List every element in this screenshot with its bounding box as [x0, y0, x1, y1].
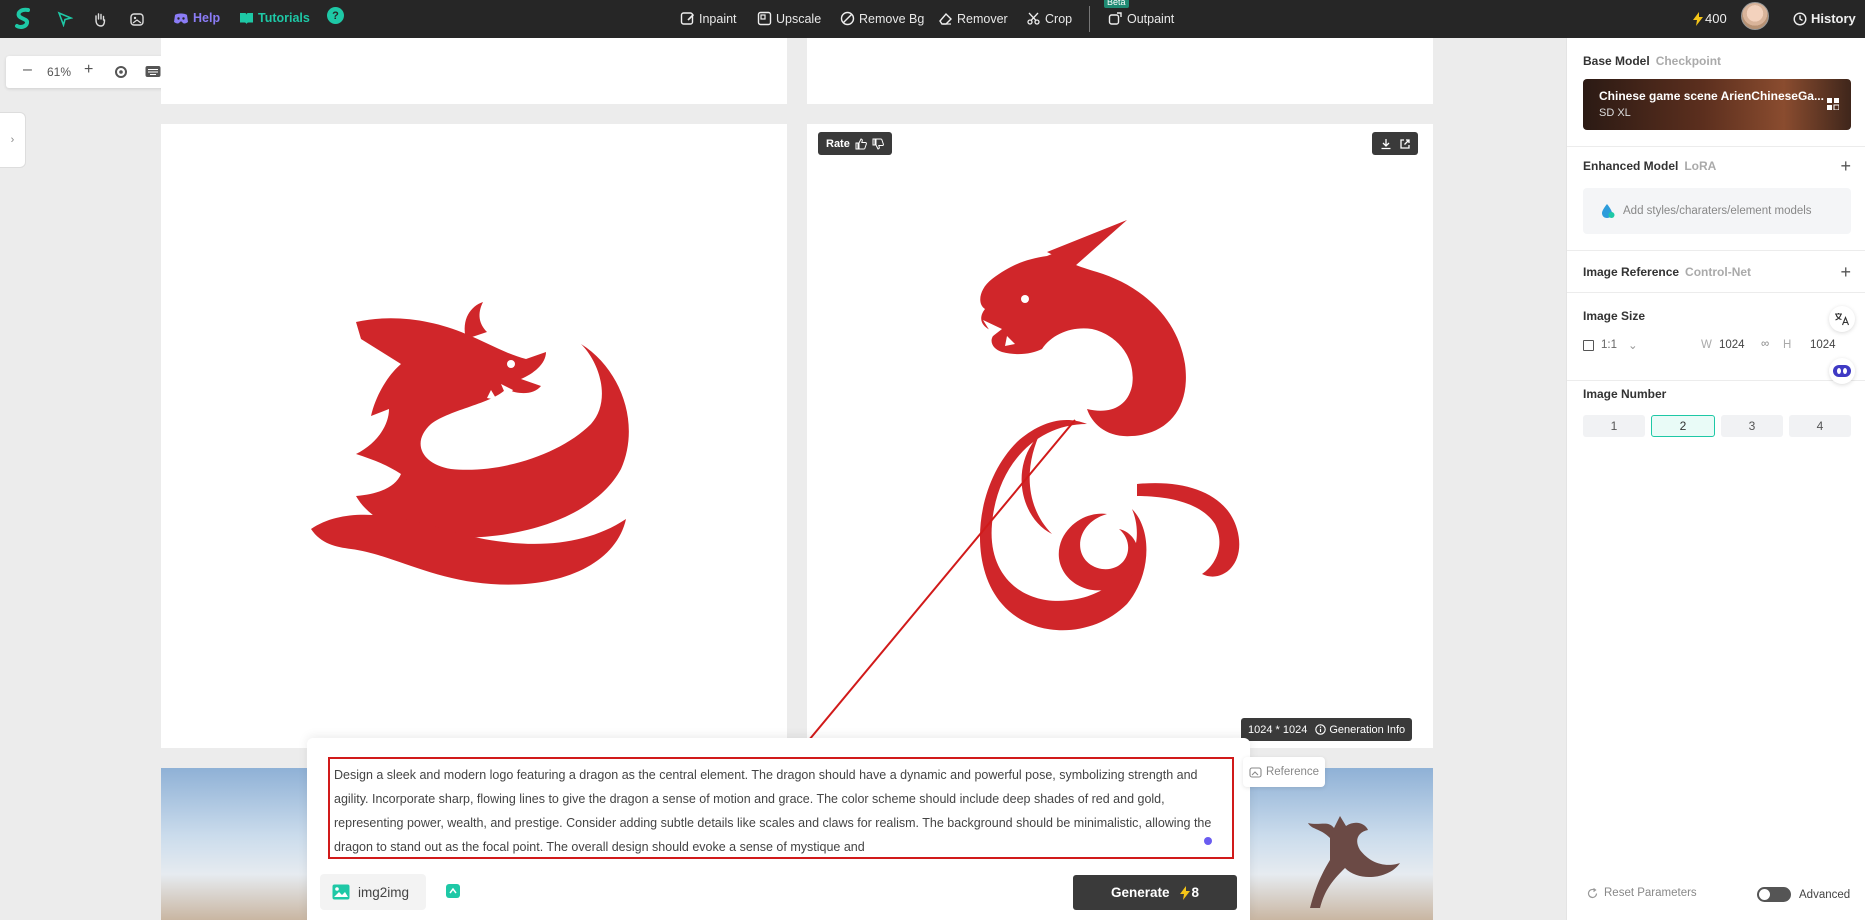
generate-cost: 8 [1179, 885, 1200, 900]
add-image-reference-button[interactable]: + [1840, 262, 1851, 283]
model-type: SD XL [1599, 107, 1631, 119]
divider [1567, 292, 1865, 293]
enhanced-model-heading: Enhanced Model LoRA [1583, 159, 1851, 173]
base-model-heading: Base Model Checkpoint [1583, 54, 1721, 68]
lora-add-box[interactable]: Add styles/charaters/element models [1583, 188, 1851, 234]
control-net-label: Control-Net [1685, 265, 1752, 279]
image-number-option[interactable]: 3 [1721, 415, 1783, 437]
base-model-card[interactable]: Chinese game scene ArienChineseGa... SD … [1583, 79, 1851, 130]
chevron-down-icon[interactable]: ⌄ [1628, 338, 1638, 352]
lora-label: LoRA [1684, 159, 1717, 173]
reset-label: Reset Parameters [1604, 887, 1697, 899]
lightning-icon [1179, 885, 1190, 900]
image-reference-label: Image Reference [1583, 265, 1680, 279]
model-name: Chinese game scene ArienChineseGa... [1599, 89, 1824, 103]
image-number-selector: 1 2 3 4 [1583, 415, 1851, 437]
generate-cost-value: 8 [1191, 885, 1200, 900]
reference-label: Reference [1265, 766, 1320, 778]
reset-icon [1587, 887, 1598, 898]
grid-icon[interactable] [1827, 98, 1839, 110]
droplet-icon [1602, 204, 1615, 218]
divider [1567, 380, 1865, 381]
advanced-toggle-row: Advanced [1757, 887, 1850, 902]
link-icon[interactable]: ∞ [1761, 338, 1769, 350]
image-icon [332, 884, 350, 900]
width-label: W [1701, 339, 1712, 351]
img2img-button[interactable]: img2img [320, 874, 426, 910]
robot-icon[interactable] [1829, 358, 1855, 384]
ratio-select[interactable]: 1:1 [1601, 339, 1617, 351]
add-lora-button[interactable]: + [1840, 156, 1851, 177]
image-number-option-selected[interactable]: 2 [1651, 415, 1715, 437]
enhanced-model-label: Enhanced Model [1583, 159, 1679, 173]
divider [1567, 250, 1865, 251]
image-edit-small-icon[interactable] [444, 882, 462, 900]
base-model-label: Base Model [1583, 54, 1650, 68]
checkpoint-label: Checkpoint [1655, 54, 1722, 68]
cursor-dot [1204, 837, 1212, 845]
image-reference-heading: Image Reference Control-Net [1583, 265, 1751, 279]
img2img-label: img2img [358, 884, 410, 900]
image-reference-icon [1249, 766, 1262, 778]
advanced-toggle[interactable] [1757, 887, 1791, 902]
generate-label: Generate [1110, 885, 1170, 900]
prompt-textarea[interactable]: Design a sleek and modern logo featuring… [328, 757, 1234, 859]
height-input[interactable]: 1024 [1810, 339, 1836, 351]
height-label: H [1783, 339, 1792, 351]
reference-button[interactable]: Reference [1243, 757, 1325, 787]
lora-placeholder: Add styles/charaters/element models [1623, 205, 1812, 217]
image-size-row: 1:1 ⌄ W 1024 ∞ H 1024 [1583, 338, 1851, 356]
generate-button[interactable]: Generate 8 [1073, 875, 1237, 910]
image-size-heading: Image Size [1583, 309, 1646, 323]
image-number-option[interactable]: 1 [1583, 415, 1645, 437]
divider [1567, 146, 1865, 147]
advanced-label: Advanced [1799, 888, 1851, 901]
image-number-option[interactable]: 4 [1789, 415, 1851, 437]
ratio-square-icon [1583, 340, 1594, 351]
translate-icon[interactable] [1829, 306, 1855, 332]
image-number-heading: Image Number [1583, 387, 1667, 401]
parameters-panel: Base Model Checkpoint Chinese game scene … [1566, 38, 1865, 920]
reset-parameters-button[interactable]: Reset Parameters [1587, 887, 1697, 899]
width-input[interactable]: 1024 [1719, 339, 1745, 351]
